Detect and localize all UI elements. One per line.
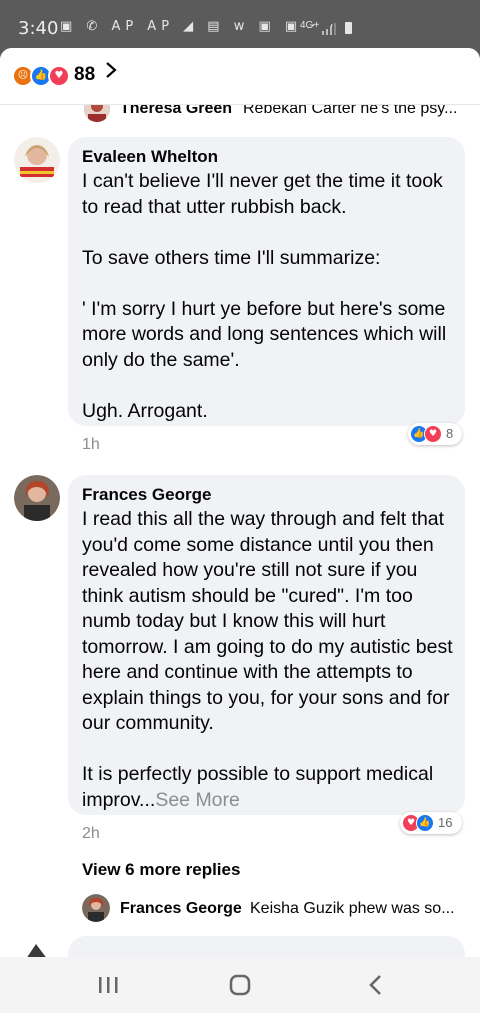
system-nav-bar bbox=[0, 957, 480, 1013]
comment-time: 2h bbox=[82, 825, 100, 842]
status-time: 3:40 bbox=[18, 18, 59, 39]
network-indicator: 4G+ bbox=[300, 20, 320, 31]
avatar[interactable] bbox=[14, 137, 60, 183]
back-icon[interactable] bbox=[358, 971, 394, 999]
comment-text: I can't believe I'll never get the time … bbox=[82, 170, 447, 422]
reaction-count: 88 bbox=[74, 64, 96, 85]
reaction-count: 16 bbox=[438, 815, 453, 830]
view-more-replies-link[interactable]: View 6 more replies bbox=[82, 860, 240, 880]
comment-author[interactable]: Evaleen Whelton bbox=[82, 147, 218, 167]
battery-icon bbox=[345, 22, 352, 34]
chevron-right-icon[interactable] bbox=[104, 60, 117, 78]
comment-text: I read this all the way through and felt… bbox=[82, 508, 453, 811]
notification-icons: ▣ ✆ AP AP ◢ ▤ w ▣ ▣ · · bbox=[60, 19, 339, 34]
love-reaction-icon: ♥ bbox=[424, 425, 442, 443]
recent-apps-icon[interactable] bbox=[90, 971, 126, 999]
reply-preview-top[interactable]: Theresa Green Rebekah Carter he's the ps… bbox=[0, 96, 480, 128]
comment-reactions[interactable]: 👍 ♥ 8 bbox=[408, 423, 462, 445]
like-reaction-icon: 👍 bbox=[416, 814, 434, 832]
comment-bubble[interactable]: Frances George I read this all the way t… bbox=[68, 475, 465, 815]
reply-preview[interactable]: Frances George Keisha Guzik phew was so.… bbox=[0, 894, 480, 924]
comments-sheet: ☹ 👍 ♥ 88 Theresa Green Rebekah Carter he… bbox=[0, 48, 480, 957]
status-bar: 3:40 ▣ ✆ AP AP ◢ ▤ w ▣ ▣ · · 4G+ bbox=[0, 0, 480, 48]
comment-reactions[interactable]: ♥ 👍 16 bbox=[400, 812, 462, 834]
avatar[interactable] bbox=[14, 475, 60, 521]
see-more-link[interactable]: See More bbox=[155, 789, 240, 811]
reaction-icons: ☹ 👍 ♥ bbox=[12, 65, 72, 87]
next-comment-bubble[interactable] bbox=[68, 936, 465, 957]
reply-text: Keisha Guzik phew was so... bbox=[250, 900, 455, 917]
home-icon[interactable] bbox=[222, 971, 258, 999]
comment-time: 1h bbox=[82, 436, 100, 453]
comment-bubble[interactable]: Evaleen Whelton I can't believe I'll nev… bbox=[68, 137, 465, 426]
next-comment-avatar bbox=[14, 938, 60, 957]
love-reaction-icon: ♥ bbox=[48, 65, 70, 87]
reactions-header[interactable]: ☹ 👍 ♥ 88 bbox=[0, 48, 480, 105]
avatar bbox=[82, 894, 110, 922]
reaction-count: 8 bbox=[446, 426, 454, 441]
signal-icon bbox=[322, 22, 336, 35]
reply-author[interactable]: Frances George bbox=[120, 900, 242, 918]
comment-body: I read this all the way through and felt… bbox=[82, 507, 454, 813]
comment-author[interactable]: Frances George bbox=[82, 485, 211, 505]
